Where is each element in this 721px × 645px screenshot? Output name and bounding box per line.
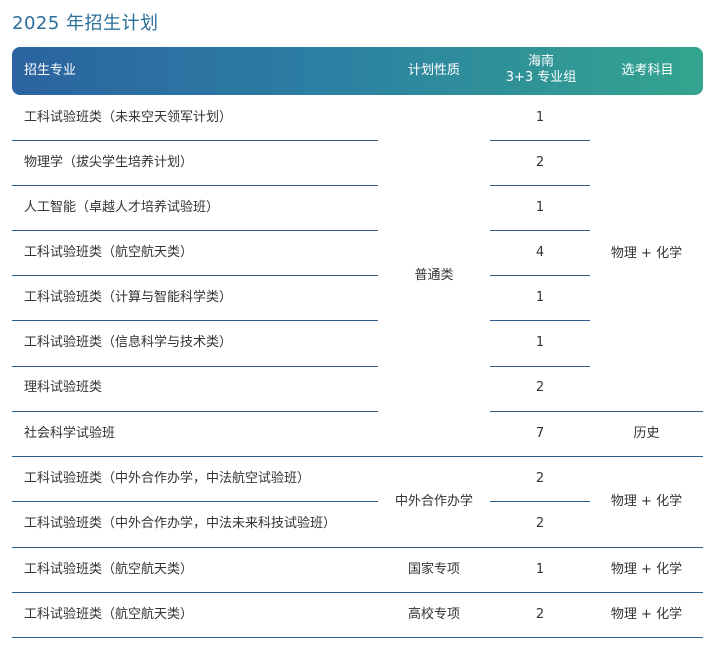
table-row-major: 工科试验班类（中外合作办学，中法航空试验班） (24, 471, 311, 486)
table-row-major: 人工智能（卓越人才培养试验班） (24, 200, 220, 215)
table-row-count: 2 (535, 516, 545, 531)
plan-nature-cell: 高校专项 (407, 607, 460, 622)
header-subjects: 选考科目 (621, 63, 674, 78)
plan-nature-cell: 国家专项 (407, 562, 460, 577)
page-title: 2025 年招生计划 (12, 13, 159, 34)
row-divider (490, 185, 590, 186)
table-row-major: 工科试验班类（中外合作办学，中法未来科技试验班） (24, 516, 337, 531)
table-row-major: 物理学（拔尖学生培养计划） (24, 155, 194, 170)
row-divider (12, 230, 378, 231)
header-group-line2: 3+3 专业组 (505, 70, 577, 85)
table-row-count: 1 (535, 200, 545, 215)
header-major: 招生专业 (24, 63, 77, 78)
plan-nature-cell: 中外合作办学 (394, 494, 473, 509)
table-row-major: 工科试验班类（计算与智能科学类） (24, 290, 233, 305)
row-divider (12, 501, 378, 502)
row-divider (12, 411, 378, 412)
table-row-major: 工科试验班类（航空航天类） (24, 245, 194, 260)
table-row-major: 社会科学试验班 (24, 426, 116, 441)
row-divider (490, 140, 590, 141)
row-divider (12, 185, 378, 186)
table-row-count: 1 (535, 290, 545, 305)
plan-nature-cell: 普通类 (414, 268, 454, 283)
row-divider (490, 366, 590, 367)
header-group: 海南 3+3 专业组 (491, 54, 591, 86)
subjects-cell: 历史 (633, 426, 660, 441)
table-row-major: 工科试验班类（航空航天类） (24, 562, 194, 577)
row-divider (490, 275, 590, 276)
table-row-count: 2 (535, 155, 545, 170)
table-row-count: 1 (535, 562, 545, 577)
row-divider (12, 320, 378, 321)
row-divider (12, 275, 378, 276)
subjects-cell: 物理 + 化学 (610, 246, 683, 261)
table-row-major: 理科试验班类 (24, 380, 103, 395)
row-divider (12, 366, 378, 367)
table-row-count: 1 (535, 110, 545, 125)
row-divider (490, 320, 590, 321)
subjects-cell: 物理 + 化学 (610, 494, 683, 509)
subjects-cell: 物理 + 化学 (610, 562, 683, 577)
row-divider (12, 547, 703, 548)
table-row-count: 4 (535, 245, 545, 260)
header-group-line1: 海南 (527, 54, 554, 69)
row-divider (12, 140, 378, 141)
row-divider (12, 592, 703, 593)
table-row-count: 2 (535, 380, 545, 395)
table-row-major: 工科试验班类（航空航天类） (24, 607, 194, 622)
table-row-count: 1 (535, 335, 545, 350)
row-divider (490, 230, 590, 231)
table-row-major: 工科试验班类（未来空天领军计划） (24, 110, 233, 125)
table-row-count: 2 (535, 607, 545, 622)
row-divider (12, 456, 703, 457)
row-divider (490, 411, 703, 412)
table-row-count: 7 (535, 426, 545, 441)
header-plan-nature: 计划性质 (407, 63, 460, 78)
row-divider (12, 637, 703, 638)
table-row-major: 工科试验班类（信息科学与技术类） (24, 335, 233, 350)
subjects-cell: 物理 + 化学 (610, 607, 683, 622)
table-row-count: 2 (535, 471, 545, 486)
table-header: 招生专业 计划性质 海南 3+3 专业组 选考科目 (12, 47, 703, 95)
row-divider (490, 501, 590, 502)
